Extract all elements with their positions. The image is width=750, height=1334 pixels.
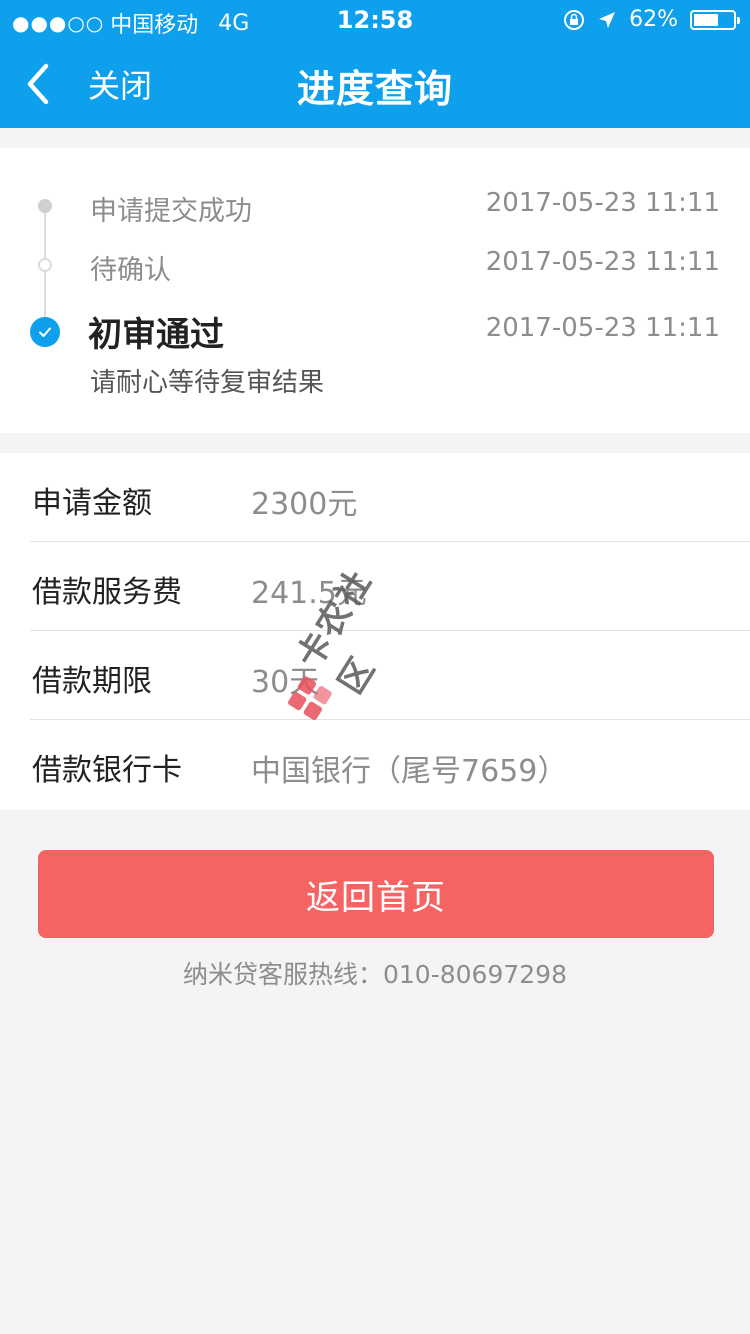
step-dot-icon [38,258,52,272]
battery-level [694,13,718,26]
step-dot-icon [38,199,52,213]
detail-value: 2300元 [251,487,358,522]
step-date: 2017-05-23 11:11 [485,247,720,277]
detail-value: 中国银行（尾号7659） [251,754,568,789]
step-label-current: 初审通过 [88,315,224,355]
detail-key: 申请金额 [32,486,152,521]
step-date: 2017-05-23 11:11 [485,313,720,343]
customer-service-hotline: 纳米贷客服热线：010-80697298 [183,960,567,989]
check-icon [30,317,60,347]
page-title: 进度查询 [296,67,453,111]
location-arrow-icon [599,11,616,28]
rotation-lock-icon [564,9,585,30]
top-bar: ●●●○○ 中国移动 4G 12:58 62% 关闭 进度查询 [0,0,750,128]
step-label: 待确认 [90,255,171,286]
progress-timeline: 申请提交成功 2017-05-23 11:11 待确认 2017-05-23 1… [0,148,750,433]
nav-bar: 关闭 进度查询 [0,40,750,128]
battery-icon [690,9,740,30]
status-bar: ●●●○○ 中国移动 4G 12:58 62% [0,0,750,40]
status-right: 62% [563,7,740,32]
battery-percent: 62% [629,7,678,32]
detail-key: 借款期限 [32,664,152,699]
step-date: 2017-05-23 11:11 [485,188,720,218]
step-sub-text: 请耐心等待复审结果 [90,368,325,398]
detail-row-amount: 申请金额 2300元 [0,453,750,542]
step-label: 申请提交成功 [90,196,252,227]
detail-key: 借款银行卡 [32,753,182,788]
detail-key: 借款服务费 [32,575,182,610]
return-home-button[interactable]: 返回首页 [38,850,714,938]
